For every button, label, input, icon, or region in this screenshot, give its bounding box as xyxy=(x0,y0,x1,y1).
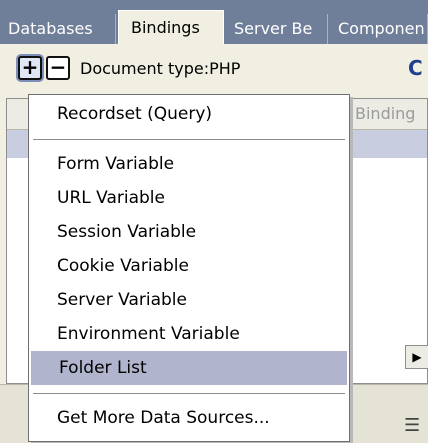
tab-databases[interactable]: Databases xyxy=(0,14,116,44)
menu-item-server-variable[interactable]: Server Variable xyxy=(29,283,349,317)
menu-item-form-variable[interactable]: Form Variable xyxy=(29,147,349,181)
menu-item-cookie-variable[interactable]: Cookie Variable xyxy=(29,249,349,283)
document-type-label: Document type:PHP xyxy=(80,59,241,78)
menu-separator xyxy=(33,393,345,394)
bindings-toolbar: + − Document type:PHP C xyxy=(0,44,428,98)
menu-item-url-variable[interactable]: URL Variable xyxy=(29,181,349,215)
column-header-binding[interactable]: Binding xyxy=(355,104,415,123)
panel-tab-strip: Databases Bindings Server Be Componen xyxy=(0,0,428,44)
menu-item-environment-variable[interactable]: Environment Variable xyxy=(29,317,349,351)
menu-item-folder-list[interactable]: Folder List xyxy=(31,351,347,385)
menu-item-recordset[interactable]: Recordset (Query) xyxy=(29,97,349,131)
scroll-right-arrow-icon[interactable]: ▶ xyxy=(405,345,428,369)
remove-binding-button[interactable]: − xyxy=(46,56,70,80)
refresh-icon[interactable]: C xyxy=(408,56,423,80)
add-binding-button[interactable]: + xyxy=(18,56,42,80)
tab-server-behaviors[interactable]: Server Be xyxy=(226,14,328,44)
menu-item-session-variable[interactable]: Session Variable xyxy=(29,215,349,249)
menu-item-get-more-data-sources[interactable]: Get More Data Sources... xyxy=(29,401,349,435)
tab-components[interactable]: Componen xyxy=(330,14,428,44)
add-binding-menu: Recordset (Query) Form Variable URL Vari… xyxy=(28,94,350,442)
tab-bindings[interactable]: Bindings xyxy=(118,10,224,44)
panel-options-list-icon[interactable]: ☰ xyxy=(404,415,420,436)
menu-separator xyxy=(33,139,345,140)
